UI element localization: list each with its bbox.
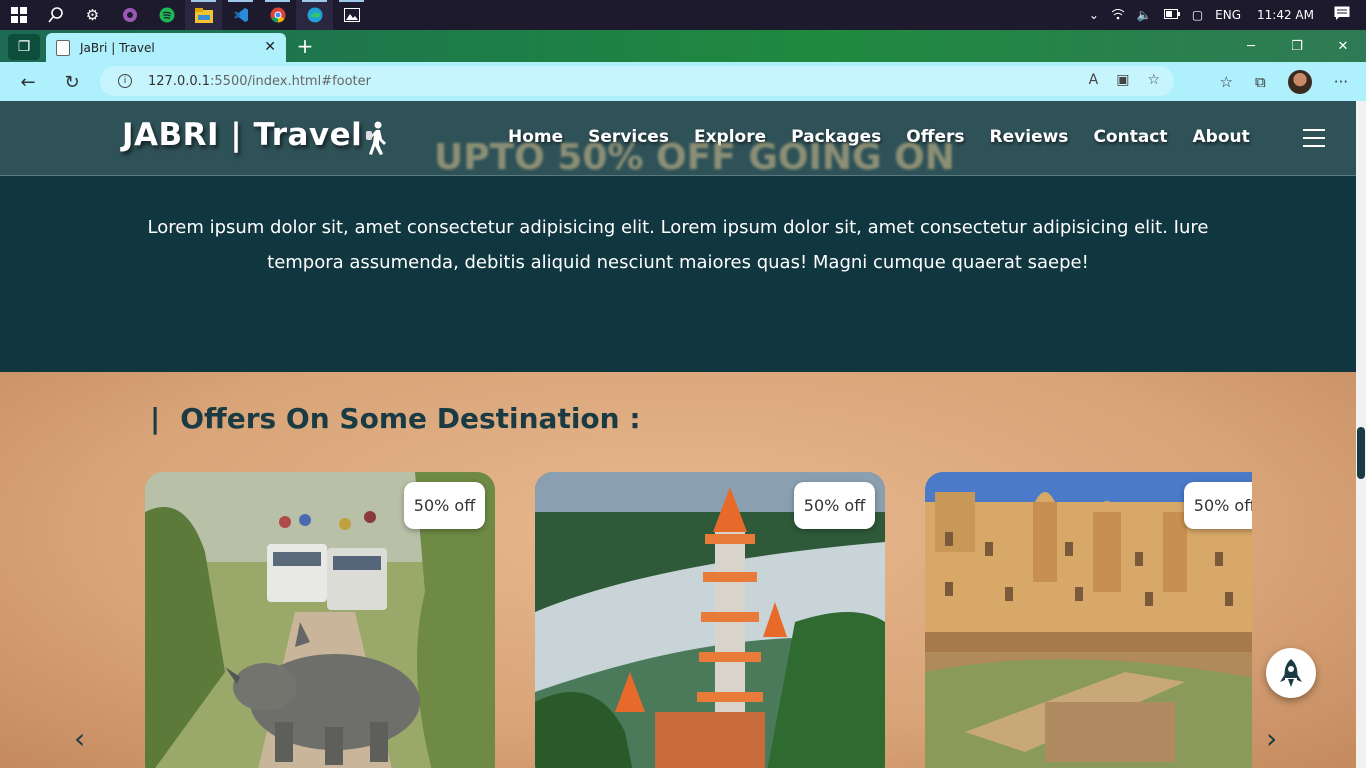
nav-explore[interactable]: Explore [694,127,766,147]
hamburger-menu-icon[interactable] [1303,129,1325,147]
tab-title: JaBri | Travel [80,40,155,55]
title-bar: | [150,402,161,435]
nav-reviews[interactable]: Reviews [990,127,1069,147]
carousel-prev-icon[interactable]: ‹ [74,722,85,755]
nav-offers[interactable]: Offers [906,127,964,147]
wifi-icon[interactable] [1111,8,1125,23]
rocket-scroll-top-icon[interactable] [1266,648,1316,698]
nav-contact[interactable]: Contact [1093,127,1167,147]
clock[interactable]: 11:42 AM [1257,8,1314,22]
favorites-icon[interactable]: ☆ [1220,73,1233,91]
restore-icon[interactable]: ❐ [1274,30,1320,62]
back-arrow-icon[interactable]: ← [16,70,40,94]
offers-title-text: Offers On Some Destination : [180,402,641,435]
immersive-reader-icon[interactable]: ▣ [1116,72,1129,88]
carousel-next-icon[interactable]: › [1266,722,1277,755]
windows-start-icon[interactable] [0,0,37,30]
offer-card[interactable]: 50% off [145,472,495,768]
url-host: 127.0.0.1 [148,73,211,89]
browser-tab[interactable]: JaBri | Travel ✕ [46,33,286,62]
file-explorer-icon[interactable] [185,0,222,30]
page-favicon-icon [56,39,70,56]
language-indicator[interactable]: ENG [1215,8,1241,22]
site-logo[interactable]: JABRI | Travel [122,117,362,153]
nav-about[interactable]: About [1193,127,1250,147]
scrollbar-thumb[interactable] [1357,427,1365,479]
close-tab-icon[interactable]: ✕ [264,39,276,55]
site-info-icon[interactable]: i [118,74,132,88]
browser-toolbar: ← ↻ i 127.0.0.1:5500/index.html#footer A… [0,62,1366,101]
vscode-icon[interactable] [222,0,259,30]
notifications-icon[interactable] [1334,6,1350,24]
profile-avatar[interactable] [1287,70,1312,94]
spotify-icon[interactable] [148,0,185,30]
settings-icon[interactable]: ⚙ [74,0,111,30]
nav-services[interactable]: Services [588,127,669,147]
photos-icon[interactable] [333,0,370,30]
offers-title: | Offers On Some Destination : [150,402,641,435]
nav-home[interactable]: Home [508,127,563,147]
chevron-up-icon[interactable]: ⌄ [1089,8,1099,22]
address-bar-actions: A ▣ ☆ [1089,72,1160,88]
minimize-icon[interactable]: ─ [1228,30,1274,62]
chrome-icon[interactable] [259,0,296,30]
collections-icon[interactable]: ⧉ [1255,73,1266,91]
address-bar[interactable]: i 127.0.0.1:5500/index.html#footer A ▣ ☆ [100,66,1174,96]
volume-icon[interactable]: 🔈 [1137,8,1152,22]
edge-icon[interactable] [296,0,333,30]
site-header: JABRI | Travel Home Services Explore Pac… [0,101,1356,176]
discount-badge: 50% off [404,482,485,529]
more-options-icon[interactable]: ··· [1334,73,1348,91]
search-icon[interactable] [37,0,74,30]
nav-packages[interactable]: Packages [791,127,881,147]
refresh-icon[interactable]: ↻ [60,70,84,94]
system-tray: ⌄ 🔈 ▢ ENG 11:42 AM [1083,0,1366,30]
new-tab-button[interactable]: + [294,34,316,58]
window-controls: ─ ❐ ✕ [1228,30,1366,62]
about-section: Lorem ipsum dolor sit, amet consectetur … [0,176,1356,372]
offers-section: | Offers On Some Destination : 50% off 5… [0,372,1356,768]
offer-card[interactable]: 50% off [535,472,885,768]
offer-card[interactable]: 50% off [925,472,1252,768]
url-path: :5500/index.html#footer [210,73,372,89]
phone-link-icon[interactable]: ▢ [1192,8,1203,22]
hiker-icon [362,121,390,162]
offers-carousel: 50% off 50% off 50% off [145,472,1252,768]
windows-taskbar: ⚙ ⌄ 🔈 ▢ ENG 11:42 AM [0,0,1366,30]
about-text: Lorem ipsum dolor sit, amet consectetur … [147,217,1209,273]
main-nav: Home Services Explore Packages Offers Re… [508,127,1275,147]
add-favorite-icon[interactable]: ☆ [1147,72,1160,88]
battery-icon[interactable] [1163,8,1180,22]
discount-badge: 50% off [1184,482,1252,529]
browser-tools: ☆ ⧉ ··· [1220,70,1348,94]
web-page: JABRI | Travel Home Services Explore Pac… [0,101,1356,768]
tab-actions-icon[interactable]: ❐ [8,34,40,60]
browser-tab-strip: ❐ JaBri | Travel ✕ + [0,30,1366,62]
github-icon[interactable] [111,0,148,30]
page-scrollbar[interactable] [1356,101,1366,768]
read-aloud-icon[interactable]: A [1089,72,1099,88]
discount-badge: 50% off [794,482,875,529]
close-window-icon[interactable]: ✕ [1320,30,1366,62]
